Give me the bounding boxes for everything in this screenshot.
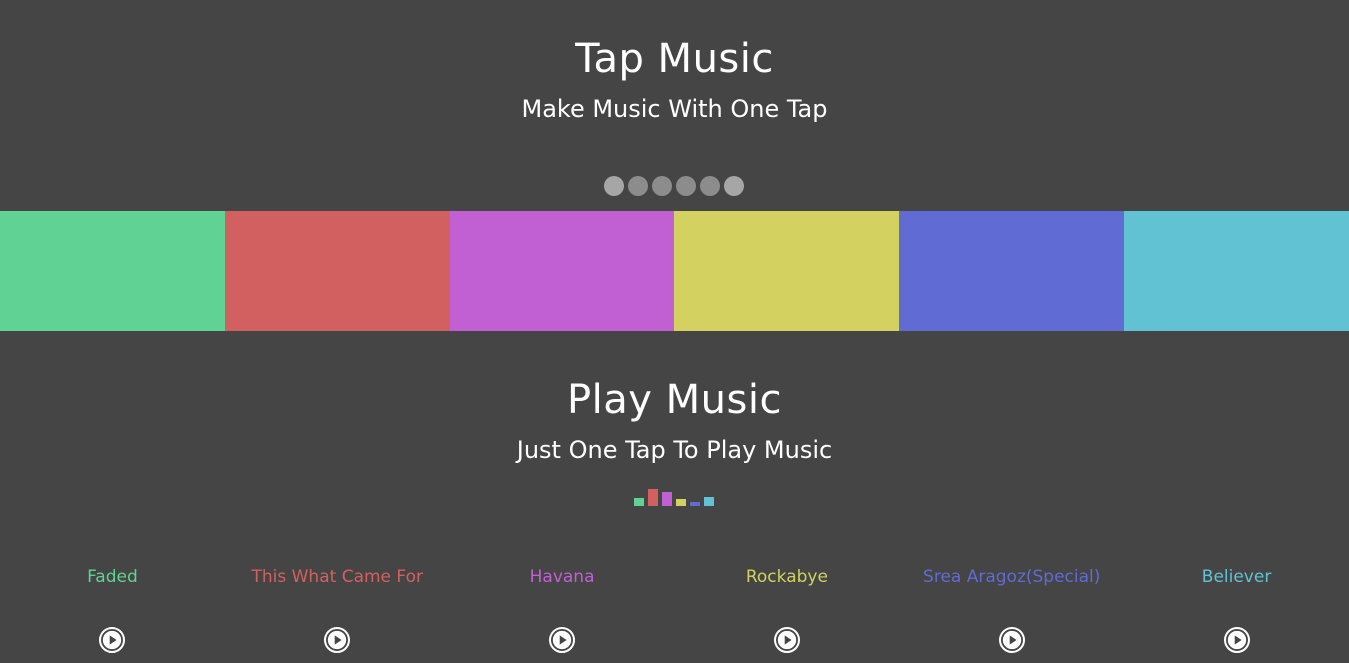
song-item: Havana: [450, 563, 675, 653]
tap-pad-5[interactable]: [899, 211, 1125, 331]
play-icon: [1000, 629, 1023, 651]
section-subtitle: Just One Tap To Play Music: [516, 436, 833, 464]
equalizer-bar-3: [662, 492, 672, 506]
play-icon: [775, 629, 798, 651]
dot-indicator-6-icon[interactable]: [724, 176, 744, 196]
section-title: Play Music: [567, 377, 782, 423]
play-icon: [101, 629, 124, 651]
song-name: Faded: [87, 567, 138, 587]
dot-indicator-4-icon[interactable]: [676, 176, 696, 196]
play-button[interactable]: [1223, 627, 1250, 653]
song-name: Rockabye: [745, 567, 828, 587]
equalizer-bar-6: [704, 497, 714, 506]
equalizer-icon: [634, 488, 716, 506]
play-button[interactable]: [99, 627, 126, 653]
dot-indicator-2-icon[interactable]: [628, 176, 648, 196]
song-item: Srea Aragoz(Special): [899, 563, 1124, 653]
page-title: Tap Music: [575, 36, 774, 82]
tap-pad-4[interactable]: [674, 211, 900, 331]
song-name: This What Came For: [251, 567, 423, 587]
equalizer-bar-5: [690, 502, 700, 506]
tap-pad-3[interactable]: [449, 211, 675, 331]
play-icon: [326, 629, 349, 651]
equalizer-bar-4: [676, 499, 686, 506]
tap-pads: [0, 211, 1349, 331]
song-name: Srea Aragoz(Special): [923, 567, 1101, 587]
play-button[interactable]: [324, 627, 351, 653]
equalizer-bar-2: [648, 489, 658, 506]
tap-pad-1[interactable]: [0, 211, 225, 331]
dot-indicator-5-icon[interactable]: [700, 176, 720, 196]
tap-pad-6[interactable]: [1124, 211, 1349, 331]
song-name: Believer: [1201, 567, 1272, 587]
play-button[interactable]: [773, 627, 800, 653]
play-icon: [1225, 629, 1248, 651]
song-item: Believer: [1124, 563, 1349, 653]
song-item: This What Came For: [225, 563, 450, 653]
song-list: Faded This What Came For Havana Rockabye…: [0, 563, 1349, 653]
dot-indicator-3-icon[interactable]: [652, 176, 672, 196]
dot-indicators: [604, 176, 744, 196]
song-item: Faded: [0, 563, 225, 653]
dot-indicator-1-icon[interactable]: [604, 176, 624, 196]
play-icon: [551, 629, 574, 651]
tap-pad-2[interactable]: [224, 211, 450, 331]
song-item: Rockabye: [674, 563, 899, 653]
play-button[interactable]: [998, 627, 1025, 653]
song-name: Havana: [529, 567, 595, 587]
page-subtitle: Make Music With One Tap: [521, 95, 828, 123]
equalizer-bar-1: [634, 498, 644, 506]
play-button[interactable]: [549, 627, 576, 653]
